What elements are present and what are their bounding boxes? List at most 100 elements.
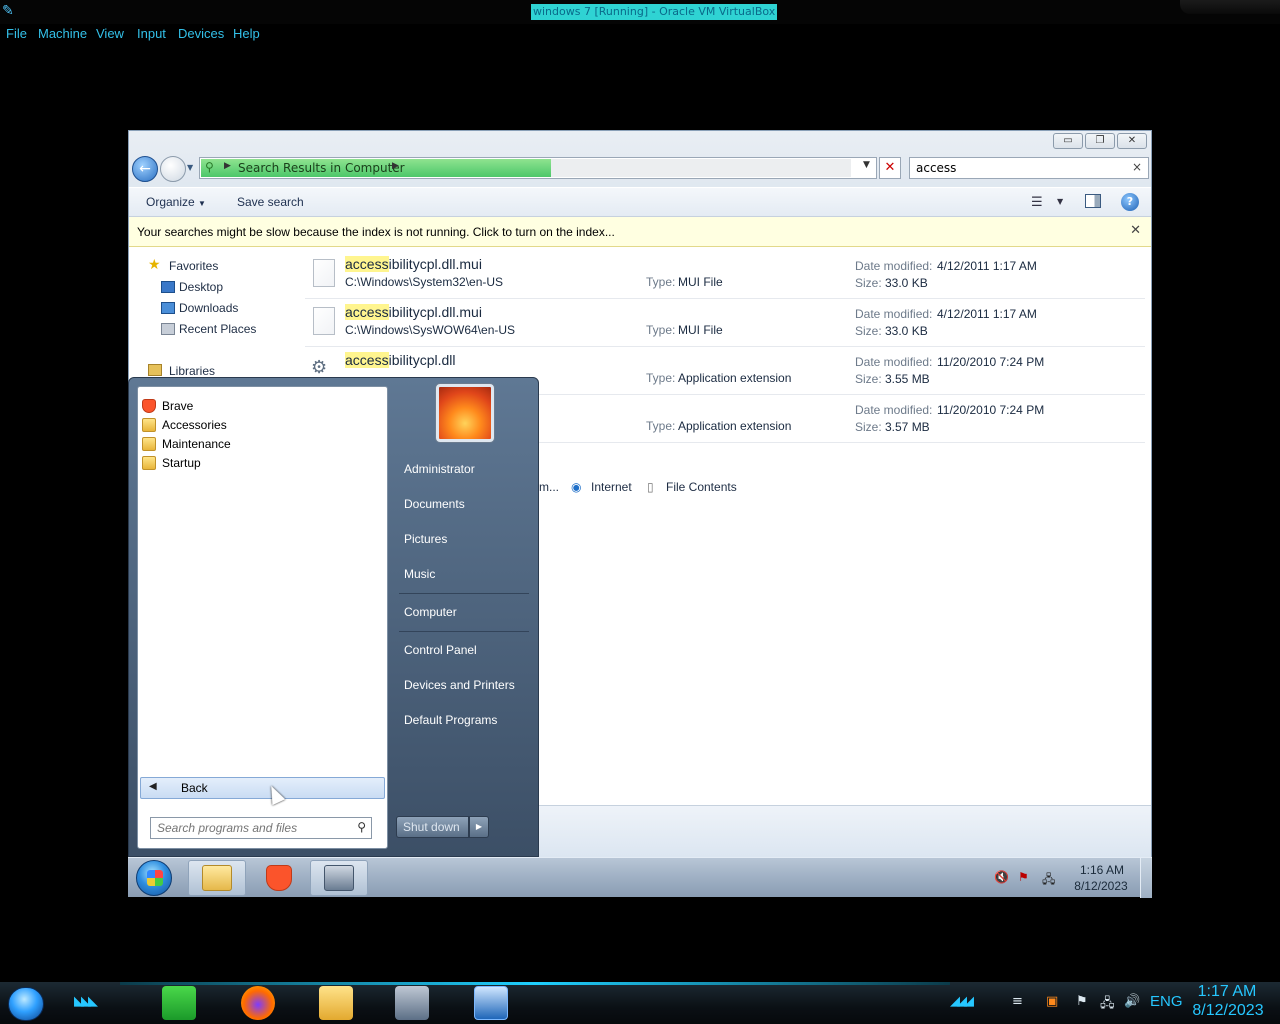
flag-icon[interactable]: ⚑ xyxy=(1076,994,1088,1009)
result-file-type: MUI File xyxy=(678,275,723,289)
type-label: Type: xyxy=(646,275,676,289)
nav-recent-places[interactable]: Recent Places xyxy=(179,322,256,336)
program-item-accessories[interactable]: Accessories xyxy=(140,416,385,435)
host-language-indicator[interactable]: ENG xyxy=(1150,993,1183,1010)
search-box[interactable]: access × xyxy=(909,157,1149,179)
navigation-pane: ★ Favorites Desktop Downloads Recent Pla… xyxy=(129,247,287,387)
save-search-button[interactable]: Save search xyxy=(237,195,304,209)
search-input[interactable]: access xyxy=(916,161,956,175)
breadcrumb-chevron-icon[interactable]: ▶ xyxy=(224,161,231,171)
nav-favorites[interactable]: Favorites xyxy=(169,259,218,273)
menu-view[interactable]: View xyxy=(96,26,124,41)
firefox-icon[interactable] xyxy=(241,986,275,1020)
recent-pages-dropdown-icon[interactable]: ▼ xyxy=(187,163,193,172)
start-place-computer[interactable]: Computer xyxy=(404,605,457,619)
address-dropdown-icon[interactable]: ▼ xyxy=(863,160,870,170)
help-icon[interactable]: ? xyxy=(1121,193,1139,211)
breadcrumb-search-results[interactable]: Search Results in Computer xyxy=(238,161,405,175)
start-place-control-panel[interactable]: Control Panel xyxy=(404,643,477,657)
taskbar-brave-button[interactable] xyxy=(250,860,308,896)
host-clock-date[interactable]: 8/12/2023 xyxy=(1186,1002,1270,1020)
action-center-flag-icon[interactable]: ⚑ xyxy=(1018,870,1029,884)
shutdown-options-arrow-icon[interactable]: ▶ xyxy=(469,816,489,838)
start-place-devices-printers[interactable]: Devices and Printers xyxy=(404,678,515,692)
breadcrumb-chevron-icon[interactable]: ▶ xyxy=(392,161,399,171)
notes-app-icon[interactable] xyxy=(162,986,196,1020)
taskbar-virtualbox-button[interactable] xyxy=(310,860,368,896)
start-place-documents[interactable]: Documents xyxy=(404,497,465,511)
guest-clock-date[interactable]: 8/12/2023 xyxy=(1073,879,1129,893)
search-result-row[interactable]: accessibilitycpl.dll.mui C:\Windows\SysW… xyxy=(305,299,1145,347)
result-date-modified: 4/12/2011 1:17 AM xyxy=(937,307,1037,321)
organize-button[interactable]: Organize ▼ xyxy=(146,195,206,209)
menu-input[interactable]: Input xyxy=(137,26,166,41)
start-orb-button[interactable] xyxy=(136,860,172,896)
stop-search-icon[interactable]: ✕ xyxy=(879,157,901,179)
program-item-maintenance[interactable]: Maintenance xyxy=(140,435,385,454)
minimize-button[interactable]: ▭ xyxy=(1053,133,1083,149)
network-icon[interactable]: 🖧 xyxy=(1100,994,1115,1016)
close-icon[interactable]: ✕ xyxy=(1130,223,1141,238)
nav-downloads[interactable]: Downloads xyxy=(179,301,238,315)
volume-muted-icon[interactable]: 🔇 xyxy=(994,870,1009,884)
brave-icon xyxy=(142,399,156,413)
show-desktop-button[interactable] xyxy=(1140,858,1152,898)
guest-clock-time[interactable]: 1:16 AM xyxy=(1077,863,1127,877)
host-window-title: windows 7 [Running] - Oracle VM VirtualB… xyxy=(531,4,778,20)
back-button[interactable]: ◀ Back xyxy=(140,777,385,799)
index-info-bar[interactable]: Your searches might be slow because the … xyxy=(129,217,1151,247)
chevron-left-icon: ◀ xyxy=(149,781,157,792)
taskbar-explorer-button[interactable] xyxy=(188,860,246,896)
forward-arrow-icon[interactable] xyxy=(160,156,186,182)
volume-icon[interactable]: 🔊 xyxy=(1124,994,1140,1009)
host-clock-time[interactable]: 1:17 AM xyxy=(1192,983,1262,1001)
start-place-pictures[interactable]: Pictures xyxy=(404,532,447,546)
preview-pane-icon[interactable] xyxy=(1085,194,1101,208)
windows7-vm-icon[interactable] xyxy=(474,986,508,1020)
program-label: Maintenance xyxy=(162,437,231,451)
menu-lines-icon[interactable]: ≡ xyxy=(1012,994,1023,1009)
start-place-music[interactable]: Music xyxy=(404,567,435,581)
close-button[interactable]: ✕ xyxy=(1117,133,1147,149)
program-item-brave[interactable]: Brave xyxy=(140,397,385,416)
search-result-row[interactable]: accessibilitycpl.dll.mui C:\Windows\Syst… xyxy=(305,251,1145,299)
maximize-button[interactable]: ❐ xyxy=(1085,133,1115,149)
chevron-down-icon: ▼ xyxy=(198,199,206,208)
network-icon[interactable]: 🖧 xyxy=(1042,870,1055,891)
menu-help[interactable]: Help xyxy=(233,26,260,41)
update-icon[interactable]: ▣ xyxy=(1046,994,1058,1009)
virtualbox-icon[interactable] xyxy=(395,986,429,1020)
menu-machine[interactable]: Machine xyxy=(38,26,87,41)
views-dropdown-icon[interactable]: ▼ xyxy=(1057,197,1063,206)
command-toolbar: Organize ▼ Save search ☰ ▼ ? xyxy=(129,187,1151,217)
size-label: Size: xyxy=(855,276,882,290)
chevron-decoration-icon: ◣◣◣ xyxy=(74,994,98,1009)
search-internet-link[interactable]: Internet xyxy=(591,480,632,494)
file-manager-icon[interactable] xyxy=(319,986,353,1020)
search-again-partial-item[interactable]: m... xyxy=(539,480,559,494)
program-item-startup[interactable]: Startup xyxy=(140,454,385,473)
nav-desktop[interactable]: Desktop xyxy=(179,280,223,294)
result-file-name[interactable]: accessibilitycpl.dll xyxy=(345,352,456,368)
address-bar[interactable]: ⚲ ▶ Search Results in Computer ▶ xyxy=(199,157,877,179)
menu-devices[interactable]: Devices xyxy=(178,26,224,41)
back-arrow-icon[interactable]: ← xyxy=(132,156,158,182)
start-place-administrator[interactable]: Administrator xyxy=(404,462,475,476)
start-search-input[interactable] xyxy=(157,821,347,835)
host-start-button[interactable] xyxy=(8,987,44,1021)
start-place-default-programs[interactable]: Default Programs xyxy=(404,713,497,727)
start-search-box[interactable]: ⚲ xyxy=(150,817,372,839)
menu-file[interactable]: File xyxy=(6,26,27,41)
views-icon[interactable]: ☰ xyxy=(1031,195,1043,210)
nav-libraries[interactable]: Libraries xyxy=(169,364,215,378)
result-file-name[interactable]: accessibilitycpl.dll.mui xyxy=(345,256,482,272)
shutdown-button[interactable]: Shut down xyxy=(396,816,469,838)
user-picture-avatar[interactable] xyxy=(436,384,494,442)
search-icon[interactable]: ⚲ xyxy=(357,820,366,834)
info-bar-message[interactable]: Your searches might be slow because the … xyxy=(137,225,615,239)
search-file-contents-link[interactable]: File Contents xyxy=(666,480,737,494)
result-file-name[interactable]: accessibilitycpl.dll.mui xyxy=(345,304,482,320)
result-date-modified: 11/20/2010 7:24 PM xyxy=(937,403,1045,417)
clear-search-icon[interactable]: × xyxy=(1132,160,1142,174)
address-bar-remaining xyxy=(551,159,851,177)
